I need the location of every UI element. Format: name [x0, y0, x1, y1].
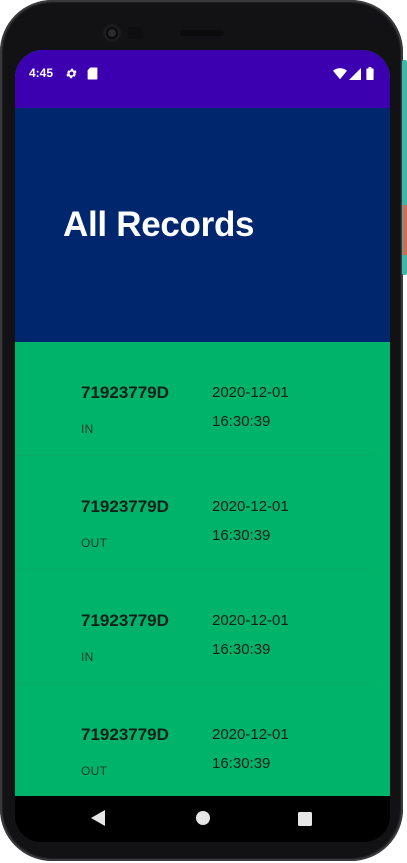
app-screen: 4:45 All Records 71923779D IN 2020-12-01…: [15, 50, 390, 796]
record-time: 16:30:39: [212, 527, 271, 544]
cell-signal-icon: [349, 65, 361, 84]
record-id: 71923779D: [81, 383, 169, 402]
record-time: 16:30:39: [212, 641, 271, 658]
record-time: 16:30:39: [212, 755, 271, 772]
records-list: 71923779D IN 2020-12-01 16:30:39 7192377…: [15, 342, 390, 796]
record-date: 2020-12-01: [212, 612, 289, 629]
list-item[interactable]: 71923779D OUT 2020-12-01 16:30:39: [15, 456, 371, 570]
sensor: [128, 27, 142, 39]
home-icon[interactable]: [195, 810, 211, 830]
battery-icon: [366, 65, 374, 84]
record-date: 2020-12-01: [212, 726, 289, 743]
record-date: 2020-12-01: [212, 384, 289, 401]
status-bar: 4:45: [15, 50, 390, 108]
record-time: 16:30:39: [212, 413, 271, 430]
list-item[interactable]: 71923779D IN 2020-12-01 16:30:39: [15, 570, 371, 684]
gear-icon: [65, 65, 78, 84]
record-id: 71923779D: [81, 497, 169, 516]
status-time: 4:45: [29, 66, 54, 80]
navigation-bar: [15, 796, 390, 842]
wifi-icon: [333, 65, 347, 84]
background-window-accent: [403, 205, 407, 255]
camera-lens: [108, 29, 116, 37]
record-status: OUT: [81, 536, 108, 550]
record-status: OUT: [81, 764, 108, 778]
list-item[interactable]: 71923779D OUT 2020-12-01 16:30:39: [15, 684, 371, 796]
record-status: IN: [81, 650, 94, 664]
earpiece-speaker: [180, 30, 224, 36]
recents-icon[interactable]: [298, 811, 312, 830]
record-id: 71923779D: [81, 725, 169, 744]
record-date: 2020-12-01: [212, 498, 289, 515]
record-status: IN: [81, 422, 94, 436]
back-icon[interactable]: [90, 809, 106, 831]
page-title: All Records: [63, 205, 255, 244]
list-item[interactable]: 71923779D IN 2020-12-01 16:30:39: [15, 342, 371, 456]
page-header: All Records: [15, 108, 390, 342]
record-id: 71923779D: [81, 611, 169, 630]
sd-card-icon: [87, 65, 98, 84]
